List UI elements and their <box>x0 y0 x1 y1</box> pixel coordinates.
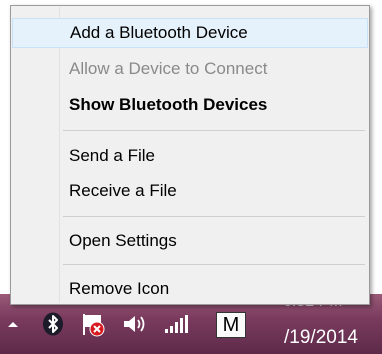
bluetooth-context-menu: Add a Bluetooth Device Allow a Device to… <box>10 5 370 305</box>
show-hidden-icons-arrow-icon[interactable] <box>4 311 22 337</box>
action-center-flag-icon[interactable] <box>80 311 108 337</box>
volume-icon[interactable] <box>120 311 150 337</box>
ime-mode-icon[interactable]: M <box>216 312 246 338</box>
clock-date[interactable]: /19/2014 <box>284 328 358 348</box>
menu-item-send-file[interactable]: Send a File <box>12 141 368 171</box>
menu-separator <box>63 264 365 265</box>
menu-item-receive-file[interactable]: Receive a File <box>12 176 368 206</box>
menu-separator <box>63 216 365 217</box>
menu-item-add-bluetooth-device[interactable]: Add a Bluetooth Device <box>12 18 368 48</box>
menu-item-remove-icon[interactable]: Remove Icon <box>12 274 368 304</box>
menu-item-open-settings[interactable]: Open Settings <box>12 226 368 256</box>
menu-separator <box>63 130 365 131</box>
network-signal-icon[interactable] <box>162 311 190 337</box>
menu-item-allow-device-to-connect: Allow a Device to Connect <box>69 59 268 78</box>
menu-item-show-bluetooth-devices[interactable]: Show Bluetooth Devices <box>12 90 368 120</box>
bluetooth-icon[interactable] <box>40 311 66 337</box>
